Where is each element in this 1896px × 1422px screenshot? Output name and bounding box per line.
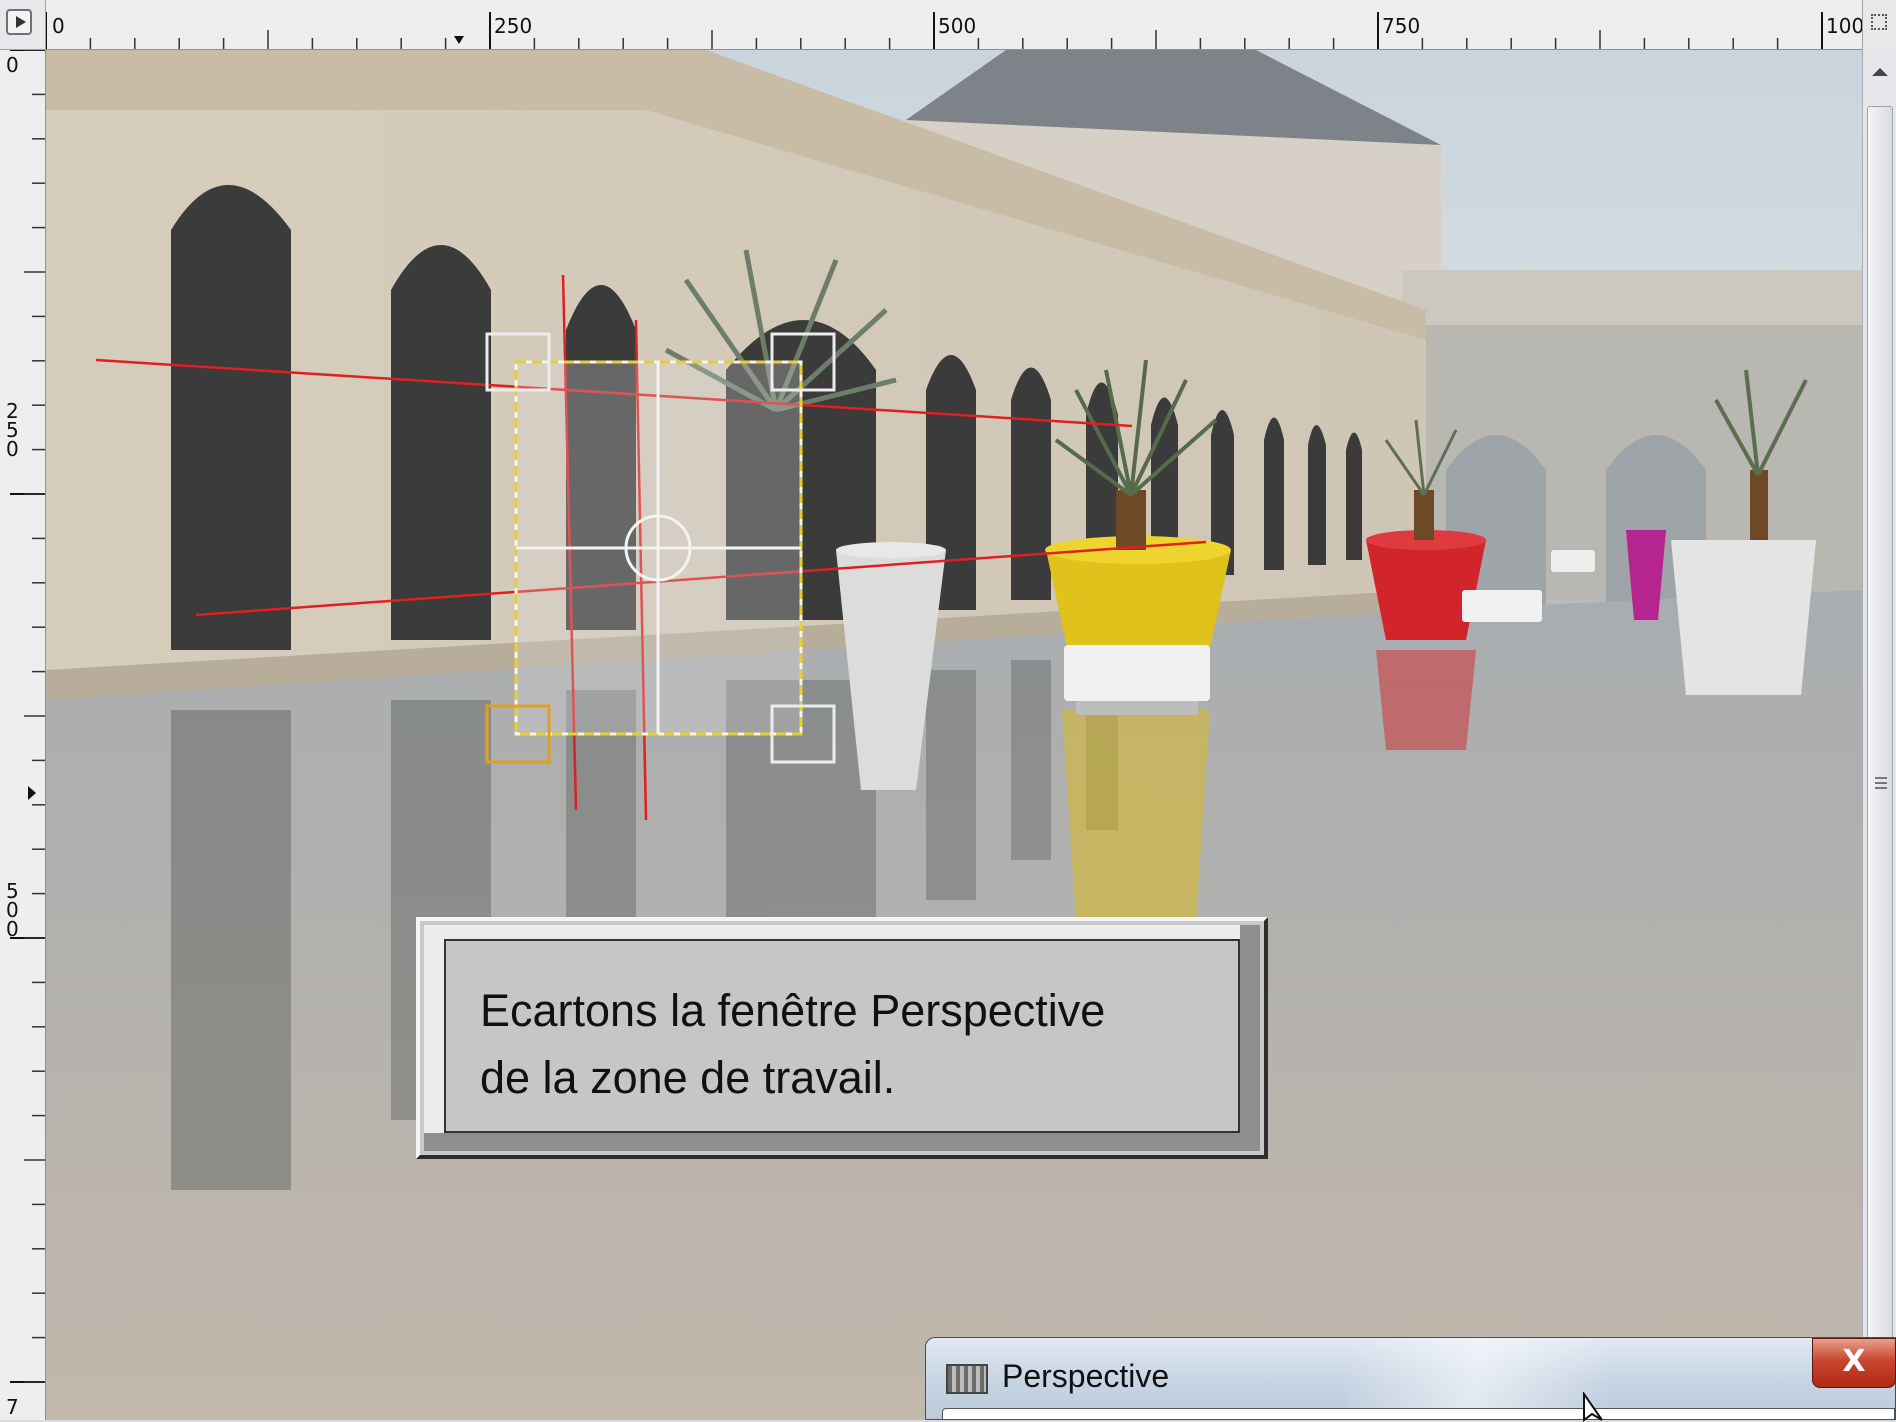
hruler-label-1000: 100 [1826,14,1862,38]
close-button[interactable]: X [1812,1338,1896,1388]
photo-icon [46,50,1862,1420]
scroll-thumb[interactable] [1867,106,1893,1356]
hruler-label-0: 0 [52,14,65,38]
instruction-note-body: Ecartons la fenêtre Perspective de la zo… [444,939,1240,1133]
hruler-label-500: 500 [938,14,976,38]
mouse-cursor-icon [1583,1392,1603,1422]
hruler-label-750: 750 [1382,14,1420,38]
scroll-grip-icon [1875,777,1887,789]
instruction-line-2: de la zone de travail. [480,1052,896,1103]
vruler-label-750: 7 [6,1395,19,1419]
ruler-pointer-icon [454,36,464,44]
quick-mask-toggle-icon[interactable] [6,9,32,35]
instruction-note: Ecartons la fenêtre Perspective de la zo… [416,917,1268,1159]
vruler-pointer-icon [28,786,36,800]
navigate-icon[interactable] [1862,0,1896,50]
scroll-up-arrow-icon[interactable] [1872,68,1888,76]
image-canvas[interactable] [46,50,1862,1420]
vruler-label-0: 0 [6,53,19,77]
vertical-scrollbar[interactable] [1862,50,1896,1420]
instruction-note-frame: Ecartons la fenêtre Perspective de la zo… [416,917,1268,1159]
vruler-label-250: 250 [6,399,19,461]
vertical-ruler[interactable]: 0 250 500 7 [0,50,46,1420]
perspective-dialog[interactable]: Perspective [925,1337,1896,1420]
ruler-corner [0,0,46,50]
instruction-line-1: Ecartons la fenêtre Perspective [480,985,1106,1036]
horizontal-ruler-ticks: 0 250 500 750 100 [46,12,1862,49]
vruler-label-500: 500 [6,879,19,941]
dialog-content [942,1408,1895,1419]
perspective-tool-icon [946,1364,988,1394]
hruler-label-250: 250 [494,14,532,38]
dialog-title[interactable]: Perspective [1002,1358,1169,1395]
vertical-ruler-ticks: 0 250 500 7 [6,50,45,1419]
horizontal-ruler[interactable]: 0 250 500 750 100 [46,0,1862,50]
